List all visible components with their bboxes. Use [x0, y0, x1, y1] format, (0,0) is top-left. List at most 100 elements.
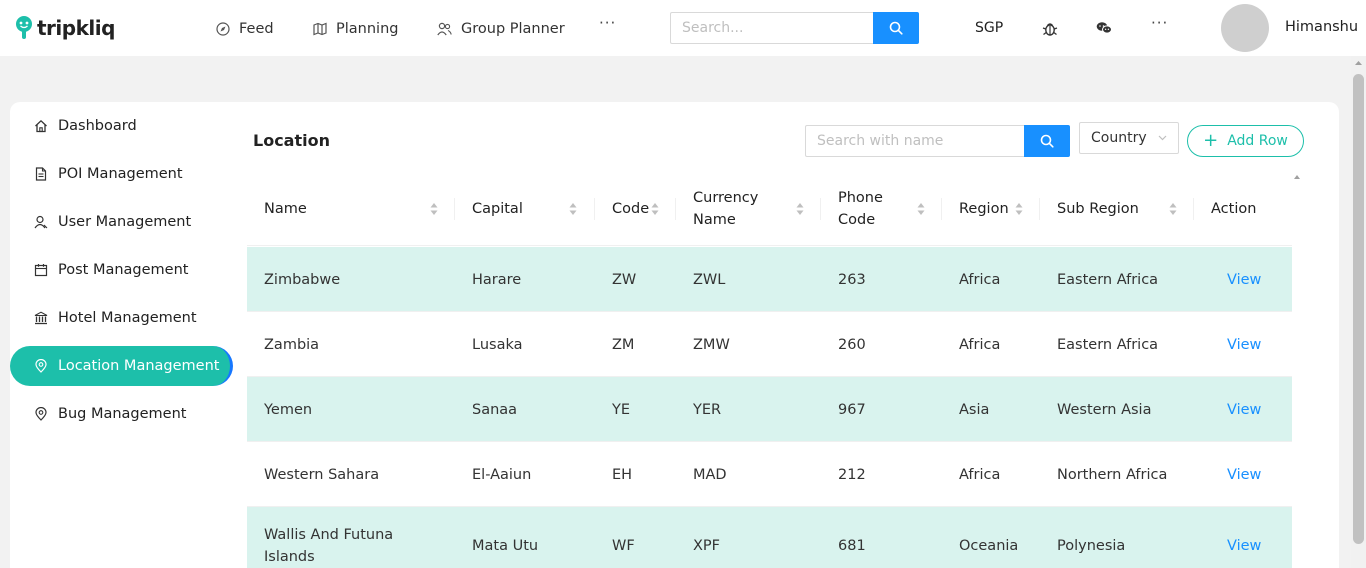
location-pin-icon: [35, 407, 47, 421]
table-row: Zimbabwe Harare ZW ZWL 263 Africa Easter…: [247, 247, 1292, 312]
sidebar-item-dashboard[interactable]: Dashboard: [10, 106, 233, 146]
page-title: Location: [253, 131, 330, 150]
cell-currency: XPF: [693, 538, 721, 554]
page-scrollbar[interactable]: [1351, 56, 1366, 568]
column-header-code[interactable]: Code: [595, 172, 676, 246]
user-more-icon[interactable]: ···: [1151, 14, 1168, 32]
sidebar-item-label: Post Management: [58, 262, 189, 278]
currency-selector[interactable]: SGP: [975, 20, 1003, 36]
cell-sub-region: Eastern Africa: [1057, 336, 1159, 353]
chevron-down-icon: [1158, 135, 1167, 141]
sidebar-item-label: Hotel Management: [58, 310, 197, 326]
cell-code: EH: [612, 466, 633, 483]
country-filter-label: Country: [1091, 130, 1147, 146]
cell-region: Africa: [959, 336, 1001, 353]
cell-code: ZM: [612, 336, 635, 353]
sidebar-item-user-management[interactable]: User Management: [10, 202, 233, 242]
sidebar-item-bug-management[interactable]: Bug Management: [10, 394, 233, 434]
brand-logo[interactable]: tripkliq: [14, 13, 115, 43]
view-link[interactable]: View: [1227, 507, 1261, 568]
sort-icon[interactable]: [916, 201, 926, 217]
nav-group-planner-label: Group Planner: [461, 21, 565, 37]
table-row: Western Sahara El-Aaiun EH MAD 212 Afric…: [247, 442, 1292, 507]
add-row-button[interactable]: + Add Row: [1187, 125, 1304, 157]
scrollbar-thumb[interactable]: [1353, 74, 1364, 544]
nav-planning-label: Planning: [336, 21, 399, 37]
cell-sub-region: Northern Africa: [1057, 466, 1168, 483]
cell-capital: Lusaka: [472, 336, 523, 353]
cell-sub-region: Polynesia: [1057, 538, 1126, 554]
view-link[interactable]: View: [1227, 247, 1261, 312]
cell-phone-code: 967: [838, 401, 866, 418]
view-link[interactable]: View: [1227, 312, 1261, 377]
sidebar: Dashboard POI Management User Management…: [10, 102, 233, 568]
cell-capital: Mata Utu: [472, 538, 539, 554]
column-header-capital[interactable]: Capital: [455, 172, 595, 246]
calendar-icon: [34, 264, 48, 277]
sidebar-item-poi-management[interactable]: POI Management: [10, 154, 233, 194]
name-search-button[interactable]: [1024, 125, 1070, 157]
nav-planning[interactable]: Planning: [313, 18, 398, 40]
cell-phone-code: 681: [838, 538, 866, 554]
file-icon: [35, 167, 47, 181]
country-filter-select[interactable]: Country: [1079, 122, 1179, 154]
cell-name: Yemen: [264, 401, 313, 418]
sort-icon[interactable]: [1014, 201, 1024, 217]
table-row: Wallis And Futuna Islands Mata Utu WF XP…: [247, 507, 1292, 568]
global-search-button[interactable]: [873, 12, 919, 44]
column-header-name[interactable]: Name: [247, 172, 455, 246]
sort-icon[interactable]: [568, 201, 578, 217]
user-name[interactable]: Himanshu: [1285, 19, 1358, 35]
name-search-input[interactable]: [805, 125, 1024, 157]
cell-name: Zambia: [264, 336, 320, 353]
plus-icon: +: [1203, 130, 1219, 151]
sidebar-item-label: Location Management: [58, 358, 220, 374]
table-search: [805, 125, 1070, 157]
sidebar-item-location-management[interactable]: Location Management: [10, 346, 233, 386]
cell-capital: Sanaa: [472, 401, 518, 418]
map-icon: [313, 22, 327, 36]
nav-feed-label: Feed: [239, 21, 274, 37]
scroll-up-icon[interactable]: [1354, 60, 1363, 66]
scroll-up-icon[interactable]: [1293, 174, 1301, 180]
cell-currency: MAD: [693, 466, 727, 483]
location-table: Name Capital Code Currency Name Phone Co: [247, 172, 1292, 568]
bug-icon[interactable]: [1040, 18, 1060, 38]
nav-group-planner[interactable]: Group Planner: [437, 18, 565, 40]
sort-icon[interactable]: [429, 201, 439, 217]
search-icon: [889, 21, 903, 35]
table-scrollbar[interactable]: [1292, 172, 1302, 568]
column-header-sub-region[interactable]: Sub Region: [1040, 172, 1194, 246]
cell-name: Western Sahara: [264, 466, 380, 483]
cell-name: Zimbabwe: [264, 271, 341, 288]
column-header-currency-name[interactable]: Currency Name: [676, 172, 821, 246]
nav-more-icon[interactable]: ···: [599, 14, 616, 32]
cell-capital: Harare: [472, 271, 522, 288]
user-icon: [34, 215, 48, 229]
sidebar-item-label: User Management: [58, 214, 192, 230]
logo-icon: [14, 15, 34, 41]
avatar[interactable]: [1221, 4, 1269, 52]
view-link[interactable]: View: [1227, 377, 1261, 442]
cell-capital: El-Aaiun: [472, 466, 532, 483]
cell-currency: YER: [693, 401, 722, 418]
column-header-region[interactable]: Region: [942, 172, 1040, 246]
table-row: Zambia Lusaka ZM ZMW 260 Africa Eastern …: [247, 312, 1292, 377]
sidebar-item-label: Dashboard: [58, 118, 137, 134]
brand-name: tripkliq: [37, 16, 115, 40]
view-link[interactable]: View: [1227, 442, 1261, 507]
bank-icon: [34, 311, 48, 325]
home-icon: [35, 120, 47, 133]
global-search-input[interactable]: [670, 12, 873, 44]
sort-icon[interactable]: [795, 201, 805, 217]
table-row: Yemen Sanaa YE YER 967 Asia Western Asia…: [247, 377, 1292, 442]
cell-sub-region: Western Asia: [1057, 401, 1152, 418]
sidebar-item-hotel-management[interactable]: Hotel Management: [10, 298, 233, 338]
sidebar-item-label: POI Management: [58, 166, 183, 182]
chat-icon[interactable]: [1094, 18, 1114, 38]
sidebar-item-post-management[interactable]: Post Management: [10, 250, 233, 290]
sort-icon[interactable]: [650, 201, 660, 217]
column-header-phone-code[interactable]: Phone Code: [821, 172, 942, 246]
nav-feed[interactable]: Feed: [216, 18, 274, 40]
sort-icon[interactable]: [1168, 201, 1178, 217]
